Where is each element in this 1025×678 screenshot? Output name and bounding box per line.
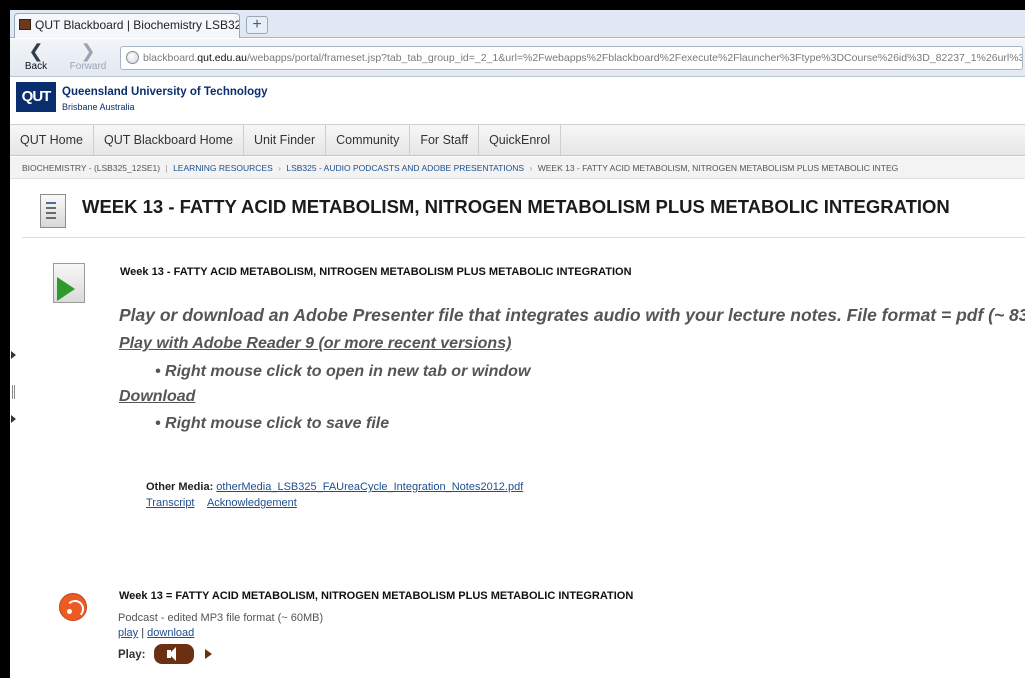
browser-window: QUT Blackboard | Biochemistry LSB325_12s… xyxy=(10,10,1025,678)
breadcrumb-current-page: WEEK 13 - FATTY ACID METABOLISM, NITROGE… xyxy=(537,163,899,173)
item-description: Play or download an Adobe Presenter file… xyxy=(119,305,1025,325)
tab-title: QUT Blackboard | Biochemistry LSB325_12s… xyxy=(35,18,240,32)
breadcrumb-separator: | xyxy=(165,163,168,173)
breadcrumb-learning-resources[interactable]: LEARNING RESOURCES xyxy=(173,163,273,173)
other-media-label: Other Media: xyxy=(146,481,214,493)
podcast-play-link[interactable]: play xyxy=(118,627,138,639)
university-location: Brisbane Australia xyxy=(62,102,135,112)
podcast-play-label: Play: xyxy=(118,649,146,661)
instruction-save-file: • Right mouse click to save file xyxy=(155,415,390,432)
instruction-open-tab: • Right mouse click to open in new tab o… xyxy=(155,363,531,380)
menu-item-blackboard-home[interactable]: QUT Blackboard Home xyxy=(94,125,244,155)
presenter-file-icon xyxy=(53,263,85,303)
tab-strip: QUT Blackboard | Biochemistry LSB325_12s… xyxy=(10,10,1025,38)
address-bar[interactable]: blackboard.qut.edu.au/webapps/portal/fra… xyxy=(120,46,1023,70)
url-prefix: blackboard. xyxy=(143,52,198,64)
speaker-icon[interactable] xyxy=(154,644,194,664)
download-link[interactable]: Download xyxy=(119,388,195,406)
back-button[interactable]: ❮ Back xyxy=(16,41,56,75)
breadcrumb: BIOCHEMISTRY - (LSB325_12SE1) | LEARNING… xyxy=(10,157,1025,179)
podcast-description: Podcast - edited MP3 file format (~ 60MB… xyxy=(118,612,324,624)
page-title-row: WEEK 13 - FATTY ACID METABOLISM, NITROGE… xyxy=(22,186,1025,238)
menu-item-unit-finder[interactable]: Unit Finder xyxy=(244,125,327,155)
other-media-row: Other Media: otherMedia_LSB325_FAUreaCyc… xyxy=(146,481,523,493)
url-path: /webapps/portal/frameset.jsp?tab_tab_gro… xyxy=(246,52,1023,64)
transcript-link[interactable]: Transcript xyxy=(146,497,195,509)
menu-item-qut-home[interactable]: QUT Home xyxy=(10,125,94,155)
breadcrumb-audio-podcasts[interactable]: LSB325 - AUDIO PODCASTS AND ADOBE PRESEN… xyxy=(286,163,524,173)
transcript-row: Transcript Acknowledgement xyxy=(146,497,307,509)
play-adobe-reader-link[interactable]: Play with Adobe Reader 9 (or more recent… xyxy=(119,335,511,353)
grip-icon xyxy=(12,385,15,399)
breadcrumb-course[interactable]: BIOCHEMISTRY - (LSB325_12SE1) xyxy=(22,163,160,173)
site-header: QUT Queensland University of Technology … xyxy=(10,78,1025,124)
page-title: WEEK 13 - FATTY ACID METABOLISM, NITROGE… xyxy=(82,196,950,217)
podcast-links: play | download xyxy=(118,627,194,639)
forward-arrow-icon: ❯ xyxy=(80,41,96,61)
globe-icon xyxy=(126,51,139,64)
url-host: qut.edu.au xyxy=(197,52,247,64)
breadcrumb-chevron-icon: › xyxy=(529,163,533,173)
new-tab-button[interactable]: + xyxy=(246,16,268,34)
forward-label: Forward xyxy=(69,61,107,72)
main-menu: QUT Home QUT Blackboard Home Unit Finder… xyxy=(10,124,1025,156)
expand-arrow-icon xyxy=(11,415,16,423)
qut-logo[interactable]: QUT xyxy=(16,82,56,112)
item-title: Week 13 - FATTY ACID METABOLISM, NITROGE… xyxy=(120,266,632,278)
podcast-download-link[interactable]: download xyxy=(147,627,194,639)
menu-item-for-staff[interactable]: For Staff xyxy=(410,125,480,155)
link-separator: | xyxy=(141,627,145,639)
blackboard-favicon-icon xyxy=(19,19,31,30)
navigation-bar: ❮ Back ❯ Forward blackboard.qut.edu.au/w… xyxy=(10,39,1025,77)
other-media-file-link[interactable]: otherMedia_LSB325_FAUreaCycle_Integratio… xyxy=(216,481,523,493)
acknowledgement-link[interactable]: Acknowledgement xyxy=(207,497,297,509)
play-arrow-icon[interactable] xyxy=(205,649,212,659)
podcast-rss-icon xyxy=(59,593,87,621)
back-arrow-icon: ❮ xyxy=(28,41,44,61)
menu-item-quickenrol[interactable]: QuickEnrol xyxy=(479,125,562,155)
document-icon xyxy=(40,194,66,228)
forward-button[interactable]: ❯ Forward xyxy=(68,41,108,75)
breadcrumb-chevron-icon: › xyxy=(278,163,281,173)
university-name: Queensland University of Technology xyxy=(62,86,268,98)
back-label: Back xyxy=(24,61,48,72)
podcast-title: Week 13 = FATTY ACID METABOLISM, NITROGE… xyxy=(119,590,634,602)
sidebar-collapse-handle[interactable] xyxy=(10,351,18,435)
browser-tab[interactable]: QUT Blackboard | Biochemistry LSB325_12s… xyxy=(14,13,240,38)
expand-arrow-icon xyxy=(11,351,16,359)
play-icon xyxy=(57,277,75,301)
menu-item-community[interactable]: Community xyxy=(326,125,411,155)
